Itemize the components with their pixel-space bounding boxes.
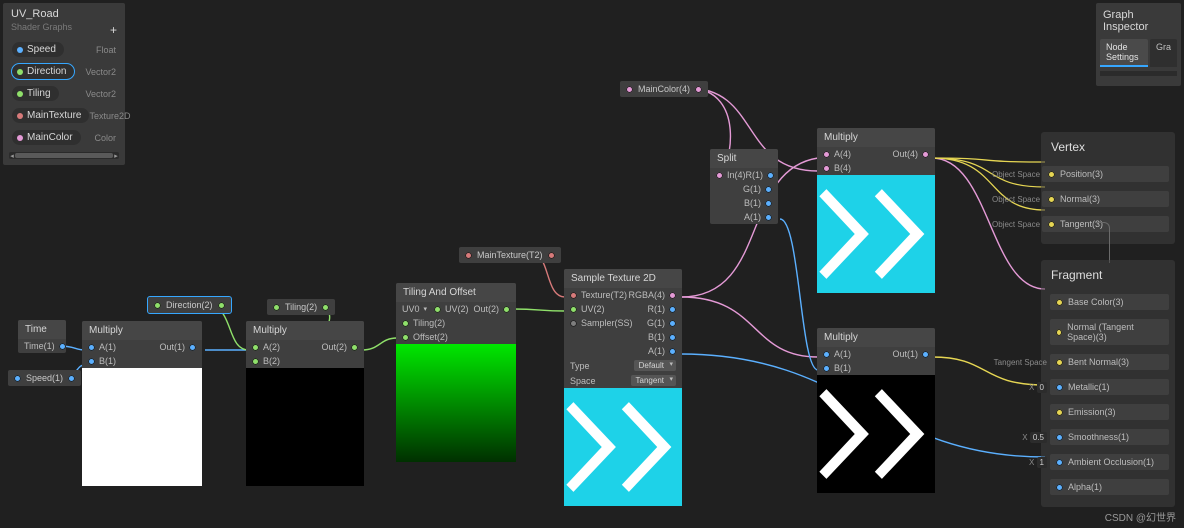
node-time[interactable]: Time Time(1): [18, 320, 66, 353]
fragment-slot[interactable]: Base Color(3): [1050, 294, 1169, 310]
property-speed[interactable]: Speed(1): [8, 370, 81, 386]
node-multiply-4[interactable]: Multiply A(1)Out(1) B(1): [817, 328, 935, 493]
preview: [817, 375, 935, 493]
blackboard-subtitle: Shader Graphs: [3, 22, 125, 38]
vertex-slot[interactable]: Position(3): [1042, 166, 1169, 182]
fragment-slot[interactable]: Ambient Occlusion(1): [1050, 454, 1169, 470]
node-multiply-1[interactable]: Multiply A(1)Out(1) B(1): [82, 321, 202, 486]
blackboard-item[interactable]: DirectionVector2: [6, 61, 122, 82]
tab-graph-settings[interactable]: Gra: [1150, 39, 1177, 67]
node-sample-texture-2d[interactable]: Sample Texture 2D Texture(T2)RGBA(4) UV(…: [564, 269, 682, 506]
watermark: CSDN @幻世界: [1105, 509, 1176, 524]
node-multiply-3[interactable]: Multiply A(4)Out(4) B(4): [817, 128, 935, 293]
inspector-scrollbar[interactable]: [1100, 71, 1177, 76]
blackboard-panel: UV_Road Shader Graphs + SpeedFloatDirect…: [3, 3, 125, 165]
blackboard-item[interactable]: TilingVector2: [6, 83, 122, 104]
preview: [396, 344, 516, 462]
tab-node-settings[interactable]: Node Settings: [1100, 39, 1148, 67]
fragment-stack[interactable]: Fragment Base Color(3)Normal (Tangent Sp…: [1041, 260, 1175, 507]
blackboard-title: UV_Road: [3, 3, 125, 22]
fragment-slot[interactable]: Metallic(1): [1050, 379, 1169, 395]
node-multiply-2[interactable]: Multiply A(2)Out(2) B(2): [246, 321, 364, 486]
preview: [564, 388, 682, 506]
preview: [817, 175, 935, 293]
property-direction[interactable]: Direction(2): [148, 297, 231, 313]
blackboard-scrollbar[interactable]: ◂▸: [9, 152, 119, 159]
node-split[interactable]: Split In(4)R(1) G(1) B(1) A(1): [710, 149, 778, 224]
fragment-slot[interactable]: Bent Normal(3): [1050, 354, 1169, 370]
node-tiling-and-offset[interactable]: Tiling And Offset UV0▾ UV(2)Out(2) Tilin…: [396, 283, 516, 462]
add-property-button[interactable]: +: [110, 23, 117, 37]
sample-space-dropdown[interactable]: Tangent: [631, 375, 676, 386]
property-maincolor[interactable]: MainColor(4): [620, 81, 708, 97]
blackboard-item[interactable]: MainTextureTexture2D: [6, 105, 122, 126]
graph-inspector: Graph Inspector Node Settings Gra: [1096, 3, 1181, 86]
blackboard-item[interactable]: MainColorColor: [6, 127, 122, 148]
preview: [82, 368, 202, 486]
property-maintexture[interactable]: MainTexture(T2): [459, 247, 561, 263]
property-tiling[interactable]: Tiling(2): [267, 299, 335, 315]
fragment-slot[interactable]: Smoothness(1): [1050, 429, 1169, 445]
inspector-title: Graph Inspector: [1096, 7, 1181, 39]
blackboard-item[interactable]: SpeedFloat: [6, 39, 122, 60]
preview: [246, 368, 364, 486]
vertex-slot[interactable]: Normal(3): [1042, 191, 1169, 207]
sample-type-dropdown[interactable]: Default: [634, 360, 676, 371]
fragment-slot[interactable]: Emission(3): [1050, 404, 1169, 420]
fragment-slot[interactable]: Normal (Tangent Space)(3): [1050, 319, 1169, 345]
fragment-slot[interactable]: Alpha(1): [1050, 479, 1169, 495]
